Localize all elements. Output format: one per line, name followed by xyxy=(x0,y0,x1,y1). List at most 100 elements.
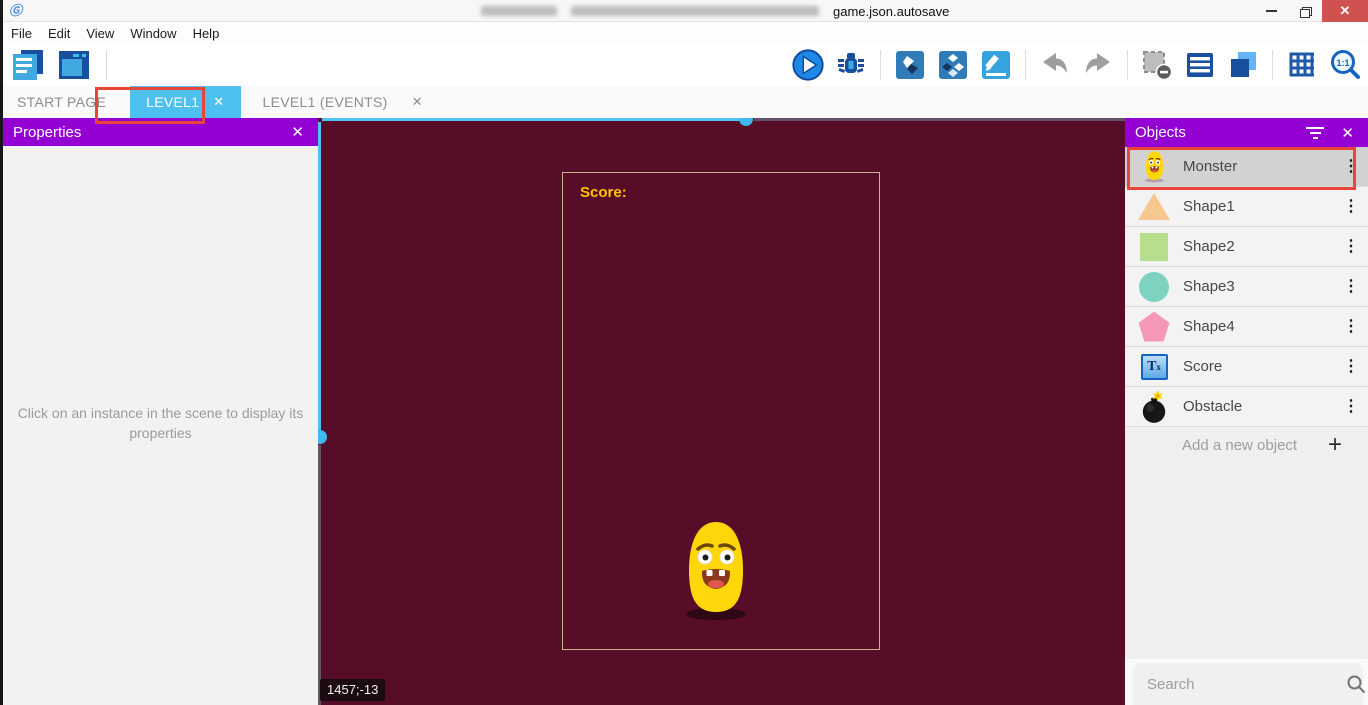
triangle-thumbnail-icon xyxy=(1125,193,1183,220)
properties-close-icon[interactable]: ✕ xyxy=(287,123,308,141)
tab-bar: START PAGE LEVEL1 ✕ LEVEL1 (EVENTS) ✕ xyxy=(3,86,1368,118)
scene-canvas[interactable]: Score: 1457;-13 xyxy=(318,118,1125,705)
properties-empty-message: Click on an instance in the scene to dis… xyxy=(11,403,310,443)
search-box[interactable] xyxy=(1133,663,1363,705)
properties-panel: Properties ✕ Click on an instance in the… xyxy=(3,118,318,705)
toolbar: 1:1 xyxy=(3,44,1368,86)
search-area xyxy=(1125,659,1368,705)
window-title-text: game.json.autosave xyxy=(833,4,949,19)
add-object-icon[interactable] xyxy=(893,48,927,82)
horizontal-scrollbar-thumb[interactable] xyxy=(739,118,753,126)
add-new-object-label: Add a new object xyxy=(1182,437,1328,454)
object-label: Shape3 xyxy=(1183,278,1334,295)
add-new-object-row[interactable]: Add a new object + xyxy=(1125,427,1368,463)
tab-start-page-label: START PAGE xyxy=(17,94,106,110)
restore-button[interactable] xyxy=(1288,0,1322,22)
annotation-highlight-level1-tab xyxy=(95,87,205,124)
pentagon-thumbnail-icon xyxy=(1125,312,1183,342)
filter-icon[interactable] xyxy=(1305,127,1325,139)
kebab-menu-icon[interactable]: ⋮ xyxy=(1334,199,1368,215)
objects-close-icon[interactable]: ✕ xyxy=(1337,124,1358,142)
clear-selection-icon[interactable] xyxy=(1140,48,1174,82)
object-label: Shape4 xyxy=(1183,318,1334,335)
objects-panel: Objects ✕ Monster ⋮ Shape1 ⋮ Shape2 ⋮ Sh… xyxy=(1125,118,1368,705)
annotation-highlight-monster-row xyxy=(1127,147,1356,190)
cursor-coordinates-badge: 1457;-13 xyxy=(320,679,385,701)
object-row-shape2[interactable]: Shape2 ⋮ xyxy=(1125,227,1368,267)
kebab-menu-icon[interactable]: ⋮ xyxy=(1334,279,1368,295)
instances-list-icon[interactable] xyxy=(1183,48,1217,82)
undo-icon[interactable] xyxy=(1038,48,1072,82)
object-row-score[interactable]: Tx Score ⋮ xyxy=(1125,347,1368,387)
minimize-button[interactable] xyxy=(1254,0,1288,22)
properties-title: Properties xyxy=(13,124,287,141)
menu-file[interactable]: File xyxy=(11,26,43,41)
screen-edge-strip xyxy=(0,0,3,705)
toolbar-left-group xyxy=(3,48,110,82)
object-row-shape1[interactable]: Shape1 ⋮ xyxy=(1125,187,1368,227)
kebab-menu-icon[interactable]: ⋮ xyxy=(1334,239,1368,255)
objects-header: Objects ✕ xyxy=(1125,118,1368,147)
tab-level1-events[interactable]: LEVEL1 (EVENTS) xyxy=(249,86,402,118)
vertical-scrollbar-track-rest[interactable] xyxy=(318,445,321,705)
play-preview-icon[interactable] xyxy=(791,48,825,82)
zoom-1-1-icon[interactable]: 1:1 xyxy=(1328,48,1362,82)
scene-editor-icon[interactable] xyxy=(57,48,91,82)
objects-groups-icon[interactable] xyxy=(936,48,970,82)
square-thumbnail-icon xyxy=(1125,233,1183,261)
bomb-thumbnail-icon xyxy=(1125,390,1183,424)
gdevelop-logo-icon: Ⓖ xyxy=(9,1,22,21)
toolbar-separator xyxy=(1025,50,1026,80)
window-controls: ✕ xyxy=(1254,0,1368,22)
toolbar-right-group: 1:1 xyxy=(791,44,1362,86)
restore-icon xyxy=(1300,7,1310,16)
project-manager-icon[interactable] xyxy=(11,48,45,82)
search-input[interactable] xyxy=(1133,676,1346,693)
score-text-instance[interactable]: Score: xyxy=(580,184,627,201)
edit-scene-properties-icon[interactable] xyxy=(979,48,1013,82)
object-row-obstacle[interactable]: Obstacle ⋮ xyxy=(1125,387,1368,427)
objects-title: Objects xyxy=(1135,124,1305,141)
monster-sprite-instance[interactable] xyxy=(678,518,754,622)
debug-icon[interactable] xyxy=(834,48,868,82)
titlebar: Ⓖ game.json.autosave ✕ xyxy=(3,0,1368,22)
tab-level1-close-icon[interactable]: ✕ xyxy=(213,94,224,110)
redacted-title-segment xyxy=(571,6,819,16)
toolbar-separator xyxy=(1127,50,1128,80)
horizontal-scrollbar-track-rest[interactable] xyxy=(754,118,1125,121)
menu-edit[interactable]: Edit xyxy=(48,26,81,41)
tab-level1-events-close-icon[interactable]: ✕ xyxy=(402,86,433,118)
menu-view[interactable]: View xyxy=(86,26,125,41)
toolbar-separator xyxy=(106,50,107,80)
kebab-menu-icon[interactable]: ⋮ xyxy=(1334,399,1368,415)
vertical-scrollbar-track[interactable] xyxy=(318,122,321,430)
menu-help[interactable]: Help xyxy=(193,26,231,41)
object-label: Shape2 xyxy=(1183,238,1334,255)
grid-icon[interactable] xyxy=(1285,48,1319,82)
vertical-scrollbar-thumb[interactable] xyxy=(318,430,327,444)
object-row-shape3[interactable]: Shape3 ⋮ xyxy=(1125,267,1368,307)
redacted-title-segment xyxy=(481,6,557,16)
gdevelop-window: Ⓖ game.json.autosave ✕ File Edit View Wi… xyxy=(0,0,1368,705)
text-object-thumbnail-icon: Tx xyxy=(1125,354,1183,380)
object-label: Shape1 xyxy=(1183,198,1334,215)
search-icon[interactable] xyxy=(1346,674,1366,694)
kebab-menu-icon[interactable]: ⋮ xyxy=(1334,319,1368,335)
object-row-shape4[interactable]: Shape4 ⋮ xyxy=(1125,307,1368,347)
layers-icon[interactable] xyxy=(1226,48,1260,82)
menu-bar: File Edit View Window Help xyxy=(3,23,1368,44)
horizontal-scrollbar-track[interactable] xyxy=(322,118,740,121)
object-label: Obstacle xyxy=(1183,398,1334,415)
toolbar-separator xyxy=(1272,50,1273,80)
circle-thumbnail-icon xyxy=(1125,272,1183,302)
zoom-ratio-text: 1:1 xyxy=(1336,58,1349,68)
window-title: game.json.autosave xyxy=(481,0,949,22)
close-button[interactable]: ✕ xyxy=(1322,0,1368,22)
redo-icon[interactable] xyxy=(1081,48,1115,82)
object-label: Score xyxy=(1183,358,1334,375)
plus-icon[interactable]: + xyxy=(1328,431,1368,459)
toolbar-separator xyxy=(880,50,881,80)
kebab-menu-icon[interactable]: ⋮ xyxy=(1334,359,1368,375)
menu-window[interactable]: Window xyxy=(130,26,187,41)
tab-level1-events-label: LEVEL1 (EVENTS) xyxy=(263,94,388,110)
